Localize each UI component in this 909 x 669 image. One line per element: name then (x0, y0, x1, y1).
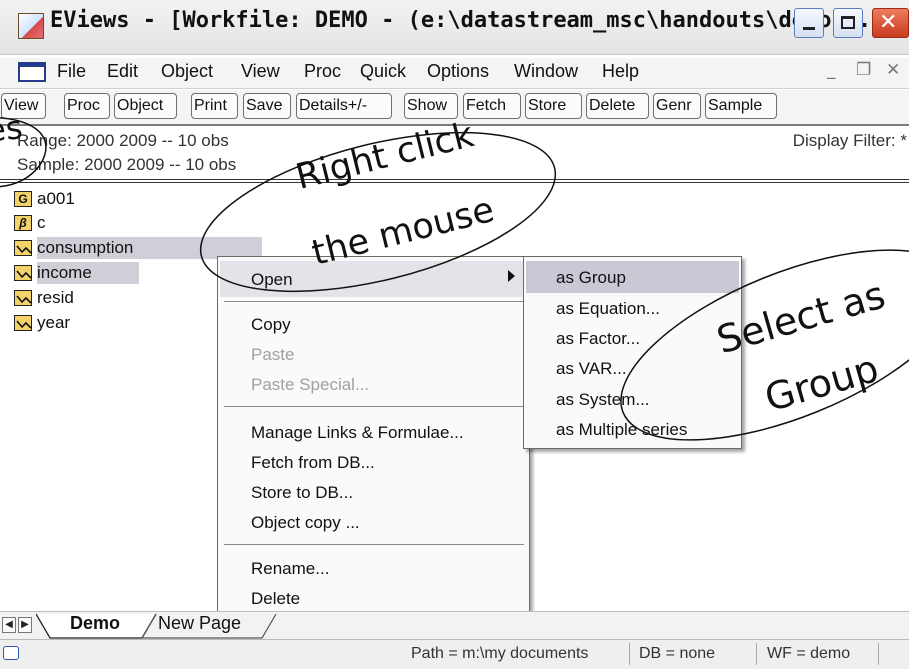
tab-prev-icon[interactable]: ◀ (2, 617, 16, 633)
menu-help[interactable]: Help (602, 61, 639, 82)
minimize-icon (803, 27, 815, 30)
annotation-group: Group (760, 346, 884, 421)
close-button[interactable]: ✕ (872, 8, 909, 38)
ctx-separator (224, 301, 524, 302)
mdi-minimize-icon[interactable]: _ (827, 60, 836, 80)
toolbar-show-button[interactable]: Show (404, 93, 458, 119)
toolbar-save-button[interactable]: Save (243, 93, 291, 119)
annotation-right-click: Right click (292, 115, 478, 198)
toolbar-fetch-button[interactable]: Fetch (463, 93, 521, 119)
group-icon: G (14, 191, 32, 207)
toolbar-genr-button[interactable]: Genr (653, 93, 701, 119)
ctx-paste: Paste (251, 345, 295, 364)
ctx-separator (224, 406, 524, 407)
title-bar: EViews - [Workfile: DEMO - (e:\datastrea… (0, 0, 909, 55)
status-divider (878, 643, 879, 665)
eviews-app-icon (18, 13, 44, 39)
submenu-as-var[interactable]: as VAR... (556, 359, 627, 379)
status-wf: WF = demo (767, 645, 851, 662)
window-title: EViews - [Workfile: DEMO - (e:\datastrea… (50, 8, 885, 33)
header-divider-2 (0, 182, 909, 183)
menu-options[interactable]: Options (427, 61, 489, 82)
ctx-separator (224, 544, 524, 545)
sample-text: Sample: 2000 2009 -- 10 obs (17, 155, 237, 174)
tab-demo[interactable]: Demo (70, 613, 120, 634)
maximize-icon (841, 16, 855, 29)
ctx-manage-links[interactable]: Manage Links & Formulae... (251, 423, 464, 443)
menu-view[interactable]: View (241, 61, 280, 82)
series-icon (14, 240, 32, 256)
ctx-rename[interactable]: Rename... (251, 559, 329, 579)
menu-window[interactable]: Window (514, 61, 578, 82)
maximize-button[interactable] (833, 8, 863, 38)
toolbar-object-button[interactable]: Object (114, 93, 177, 119)
submenu-arrow-icon (508, 270, 515, 282)
series-icon (14, 265, 32, 281)
mdi-close-icon[interactable]: ✕ (886, 60, 900, 80)
toolbar-print-button[interactable]: Print (191, 93, 238, 119)
menu-file[interactable]: File (57, 61, 86, 82)
menu-quick[interactable]: Quick (360, 61, 406, 82)
range-text: Range: 2000 2009 -- 10 obs (17, 131, 229, 150)
submenu-as-factor[interactable]: as Factor... (556, 329, 640, 349)
status-divider (756, 643, 757, 665)
document-window-icon[interactable] (18, 62, 46, 82)
tab-next-icon[interactable]: ▶ (18, 617, 32, 633)
toolbar-store-button[interactable]: Store (525, 93, 582, 119)
ctx-copy[interactable]: Copy (251, 315, 291, 335)
submenu-as-equation[interactable]: as Equation... (556, 299, 660, 319)
tab-new-page[interactable]: New Page (158, 613, 241, 634)
menu-proc[interactable]: Proc (304, 61, 341, 82)
toolbar-proc-button[interactable]: Proc (64, 93, 110, 119)
menu-object[interactable]: Object (161, 61, 213, 82)
submenu-as-multiple-series[interactable]: as Multiple series (556, 420, 687, 440)
menu-bar: File Edit Object View Proc Quick Options… (0, 58, 909, 89)
open-submenu: as Group as Equation... as Factor... as … (523, 256, 742, 449)
header-divider (0, 179, 909, 180)
annotation-fragment: es (0, 108, 25, 150)
mdi-restore-icon[interactable]: ❐ (856, 60, 871, 80)
display-filter[interactable]: Display Filter: * (793, 131, 907, 151)
toolbar-sample-button[interactable]: Sample (705, 93, 777, 119)
status-db: DB = none (639, 645, 716, 662)
ctx-paste-special: Paste Special... (251, 375, 370, 394)
toolbar-delete-button[interactable]: Delete (586, 93, 649, 119)
minimize-button[interactable] (794, 8, 824, 38)
ctx-open[interactable]: Open (251, 270, 293, 290)
page-tabs-bar: ◀ ▶ Demo New Page (0, 611, 909, 640)
menu-edit[interactable]: Edit (107, 61, 138, 82)
ctx-fetch-from-db[interactable]: Fetch from DB... (251, 453, 375, 473)
status-path: Path = m:\my documents (411, 645, 589, 662)
status-divider (629, 643, 630, 665)
ctx-object-copy[interactable]: Object copy ... (251, 513, 360, 533)
ctx-delete[interactable]: Delete (251, 589, 300, 609)
series-icon (14, 290, 32, 306)
submenu-as-system[interactable]: as System... (556, 390, 650, 410)
context-menu: Open Copy Paste Paste Special... Manage … (217, 256, 530, 619)
status-indicator-icon (3, 646, 19, 660)
submenu-as-group[interactable]: as Group (556, 268, 626, 288)
ctx-store-to-db[interactable]: Store to DB... (251, 483, 353, 503)
coefficient-icon: β (14, 215, 32, 231)
status-bar: Path = m:\my documents DB = none WF = de… (0, 639, 909, 669)
toolbar-details-button[interactable]: Details+/- (296, 93, 392, 119)
series-icon (14, 315, 32, 331)
close-icon: ✕ (879, 10, 898, 35)
